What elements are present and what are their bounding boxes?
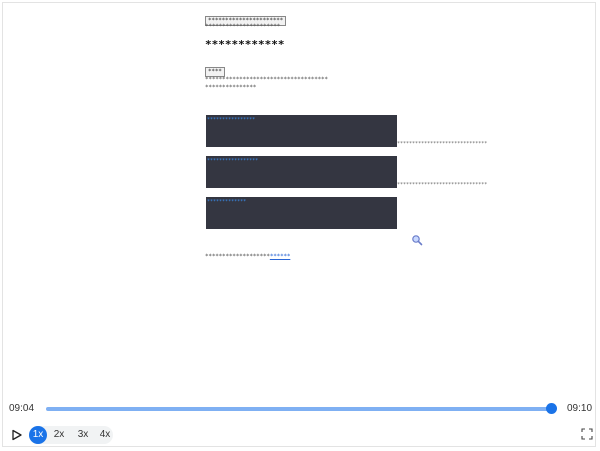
current-time: 09:04	[9, 403, 35, 414]
speed-3x-button[interactable]: 3x	[74, 426, 92, 444]
code-block-1: ****************	[206, 115, 397, 147]
magnifier-cursor-icon	[412, 235, 423, 246]
speed-2x-button[interactable]: 2x	[50, 426, 68, 444]
progress-track[interactable]	[46, 407, 553, 411]
total-time: 09:10	[567, 403, 593, 414]
block-side-text: ******************************	[397, 141, 488, 147]
code-block-label: *************	[207, 199, 247, 205]
code-block-3: *************	[206, 197, 397, 229]
progress-thumb[interactable]	[546, 403, 557, 414]
footer-text: *******************	[205, 253, 270, 260]
body-line-2: ***************	[205, 84, 257, 91]
footer-line: *************************	[205, 253, 291, 260]
fullscreen-icon[interactable]	[581, 428, 593, 440]
page-heading: ************	[205, 38, 285, 51]
play-icon[interactable]	[11, 429, 23, 441]
code-block-label: ****************	[207, 117, 256, 123]
body-line-1: ************************************	[205, 76, 328, 83]
top-subtext: **********************	[205, 23, 281, 30]
footer-link[interactable]: ******	[270, 253, 291, 260]
speed-1x-button[interactable]: 1x	[29, 426, 47, 444]
speed-4x-button[interactable]: 4x	[96, 426, 114, 444]
session-replay-frame: ********************** *****************…	[2, 2, 596, 447]
code-block-2: *****************	[206, 156, 397, 188]
block-side-text: ******************************	[397, 182, 488, 188]
code-block-label: *****************	[207, 158, 259, 164]
